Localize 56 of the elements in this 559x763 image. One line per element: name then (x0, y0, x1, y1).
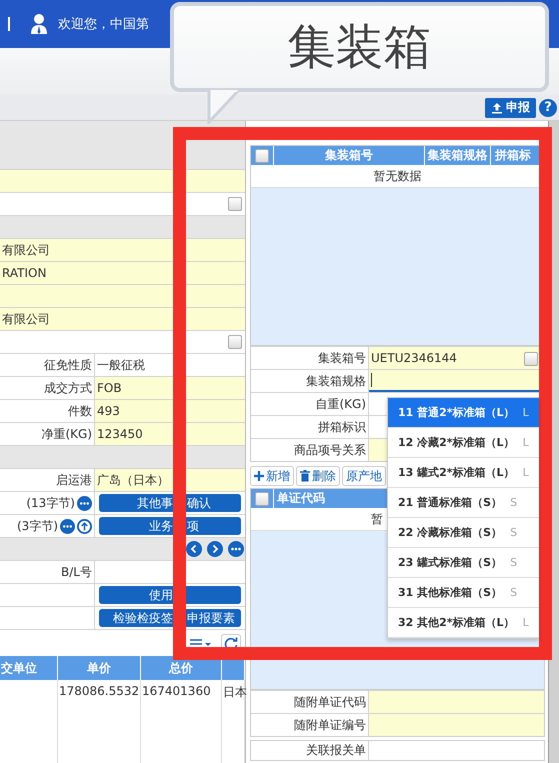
input-field[interactable] (369, 714, 544, 736)
empty-message: 暂 (371, 512, 383, 526)
input-field[interactable]: 有限公司 (0, 239, 245, 261)
column-header[interactable]: 单价 (58, 656, 140, 680)
upload-icon (491, 102, 503, 114)
help-button[interactable]: ? (539, 98, 557, 116)
more-icon[interactable] (77, 496, 92, 510)
action-button[interactable]: 业务 项 (99, 517, 241, 535)
table-cell: 178086.5532 (58, 680, 140, 704)
input-field[interactable]: 123450 (95, 423, 245, 445)
declare-button[interactable]: 申报 (485, 98, 536, 118)
more-icon[interactable] (228, 541, 244, 557)
dropdown-option[interactable]: 31 其他标准箱（S） S (388, 578, 539, 608)
trash-icon (300, 470, 310, 482)
input-field[interactable]: FOB (95, 377, 245, 399)
dropdown-option[interactable]: 23 罐式标准箱（S） S (388, 548, 539, 578)
toolbar-button[interactable]: 原产地 (342, 466, 386, 486)
dropdown-option[interactable]: 32 其他2*标准箱（L） L (388, 608, 539, 638)
user-icon[interactable] (30, 13, 48, 35)
dropdown-option[interactable]: 13 罐式2*标准箱（L） L (388, 458, 539, 488)
table-cell: 167401360 (140, 680, 222, 704)
previous-icon[interactable] (186, 541, 202, 557)
action-button[interactable]: 使用 (99, 586, 241, 604)
dropdown-option[interactable]: 12 冷藏2*标准箱（L） L (388, 428, 539, 458)
field-label: 拼箱标识 (251, 416, 369, 438)
input-field[interactable]: 493 (95, 400, 245, 422)
column-header[interactable]: 交单位 (0, 656, 58, 680)
byte-count: (13字节) (26, 495, 75, 512)
action-button[interactable]: 检验检疫签 申报要素 (99, 609, 241, 627)
plus-icon (254, 471, 264, 481)
input-field[interactable] (0, 170, 245, 192)
upload-icon[interactable] (77, 518, 92, 534)
action-button[interactable]: 其他事 确认 (99, 494, 241, 512)
more-icon[interactable] (60, 518, 75, 534)
checkbox[interactable] (228, 335, 242, 349)
dropdown-option[interactable]: 21 普通标准箱（S） S (388, 488, 539, 518)
input-field[interactable] (0, 285, 245, 307)
input-field[interactable]: 广岛（日本） (95, 469, 245, 491)
welcome-text: 欢迎您，中国第 (58, 16, 149, 33)
toolbar-button[interactable]: 删除 (296, 466, 340, 486)
dropdown-option[interactable]: 11 普通2*标准箱（L） L (388, 398, 539, 428)
dropdown-option[interactable]: 22 冷藏标准箱（S） S (388, 518, 539, 548)
toolbar-button[interactable]: 新增 (250, 466, 294, 486)
checkbox[interactable] (524, 352, 538, 366)
callout-text: 集装箱 (288, 18, 432, 77)
field-label: 自重(KG) (251, 393, 369, 415)
input-field[interactable]: RATION (0, 262, 245, 284)
field-label: 关联报关单 (251, 741, 369, 760)
select-all-checkbox[interactable] (255, 492, 269, 506)
input-field[interactable] (369, 691, 544, 713)
input-field[interactable]: 有限公司 (0, 308, 245, 330)
checkbox[interactable] (228, 197, 242, 211)
table-cell: 日本 (222, 680, 244, 704)
byte-count: (3字节) (17, 518, 58, 535)
select-all-checkbox[interactable] (255, 148, 269, 162)
next-icon[interactable] (207, 541, 223, 557)
